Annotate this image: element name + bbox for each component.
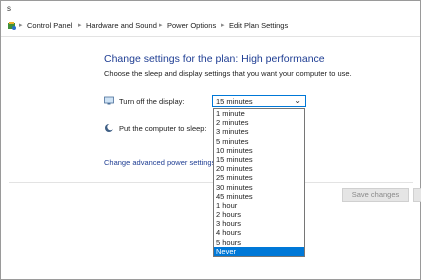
sleep-timeout-label: Put the computer to sleep: — [119, 124, 207, 133]
dropdown-option[interactable]: 2 hours — [214, 210, 304, 219]
dropdown-option[interactable]: 4 hours — [214, 228, 304, 237]
dropdown-option[interactable]: 15 minutes — [214, 155, 304, 164]
breadcrumb-separator-icon: ▸ — [19, 22, 23, 29]
divider — [9, 182, 413, 183]
display-timeout-dropdown[interactable]: 1 minute 2 minutes 3 minutes 5 minutes 1… — [213, 108, 305, 257]
dropdown-option[interactable]: 10 minutes — [214, 146, 304, 155]
dropdown-option[interactable]: 45 minutes — [214, 192, 304, 201]
moon-icon — [105, 123, 114, 132]
address-bar[interactable]: ▸ Control Panel ▸ Hardware and Sound ▸ P… — [1, 16, 420, 37]
window-title: s — [7, 4, 11, 13]
dropdown-option[interactable]: 5 hours — [214, 238, 304, 247]
display-timeout-value: 15 minutes — [216, 97, 253, 106]
dropdown-option[interactable]: 25 minutes — [214, 173, 304, 182]
breadcrumb-edit-plan-settings[interactable]: Edit Plan Settings — [229, 21, 288, 30]
display-timeout-label: Turn off the display: — [119, 97, 185, 106]
page-title: Change settings for the plan: High perfo… — [104, 53, 325, 65]
breadcrumb-separator-icon: ▸ — [78, 22, 82, 29]
breadcrumb-separator-icon: ▸ — [159, 22, 163, 29]
save-changes-button[interactable]: Save changes — [342, 188, 409, 202]
breadcrumb-power-options[interactable]: Power Options — [167, 21, 216, 30]
dropdown-option[interactable]: 1 minute — [214, 109, 304, 118]
control-panel-icon — [8, 22, 16, 30]
breadcrumb-control-panel[interactable]: Control Panel — [27, 21, 72, 30]
dropdown-option-never[interactable]: Never — [214, 246, 304, 256]
breadcrumb-separator-icon: ▸ — [221, 22, 225, 29]
monitor-icon — [104, 96, 114, 105]
display-timeout-select[interactable]: 15 minutes ⌄ — [212, 95, 306, 107]
dropdown-option[interactable]: 3 minutes — [214, 127, 304, 136]
cancel-button[interactable] — [413, 188, 421, 202]
dropdown-option[interactable]: 5 minutes — [214, 137, 304, 146]
dropdown-option[interactable]: 30 minutes — [214, 183, 304, 192]
chevron-down-icon: ⌄ — [294, 96, 301, 105]
dropdown-option[interactable]: 2 minutes — [214, 118, 304, 127]
dropdown-option[interactable]: 3 hours — [214, 219, 304, 228]
page-description: Choose the sleep and display settings th… — [104, 69, 352, 78]
dropdown-option[interactable]: 1 hour — [214, 201, 304, 210]
advanced-power-settings-link[interactable]: Change advanced power settings — [104, 158, 215, 167]
control-panel-window: s ▸ Control Panel ▸ Hardware and Sound ▸… — [0, 0, 421, 280]
breadcrumb-hardware-and-sound[interactable]: Hardware and Sound — [86, 21, 157, 30]
dropdown-option[interactable]: 20 minutes — [214, 164, 304, 173]
